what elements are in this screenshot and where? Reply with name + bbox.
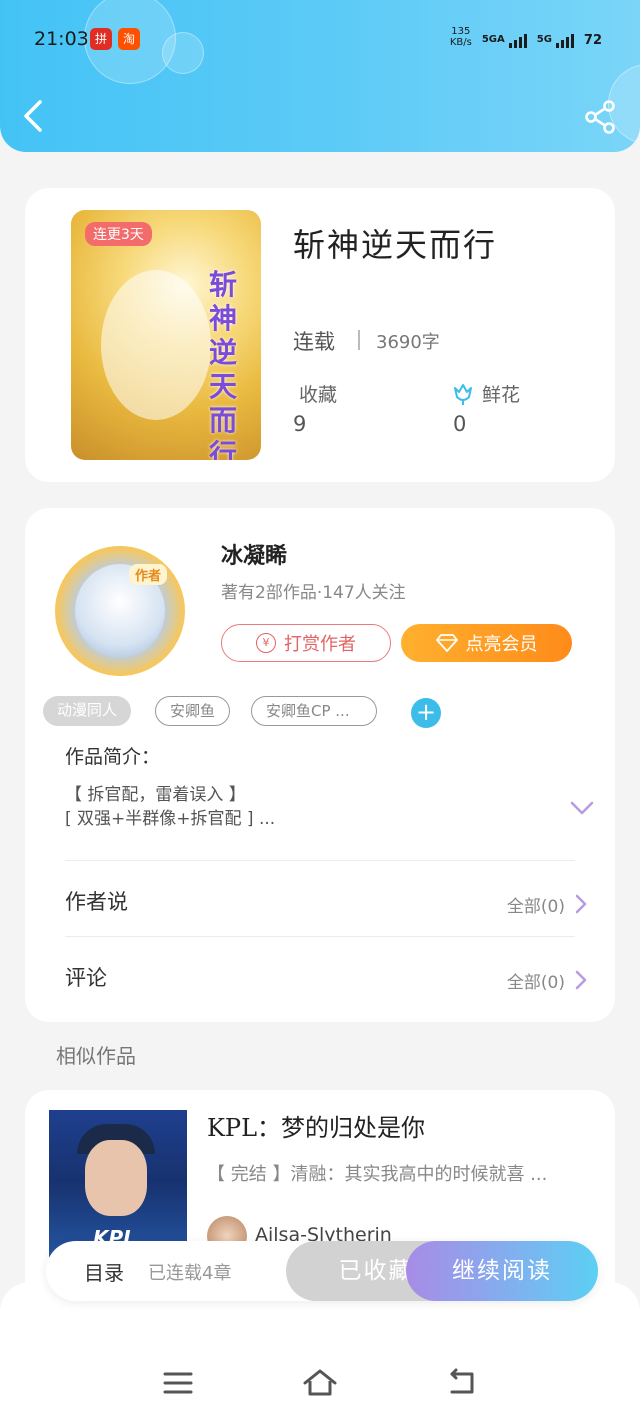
table-of-contents-button[interactable]: 目录 xyxy=(84,1257,124,1286)
author-meta: 著有2部作品·147人关注 xyxy=(221,583,406,603)
tag-category[interactable]: 动漫同人 xyxy=(43,696,132,726)
comments-label: 评论 xyxy=(65,966,107,990)
similar-work-title[interactable]: KPL：梦的归处是你 xyxy=(207,1108,425,1143)
favorites-label: 收藏 xyxy=(299,384,338,406)
signal-1-label: 5GA xyxy=(481,34,505,45)
flower-icon xyxy=(454,384,472,405)
network-speed: 135 KB/s xyxy=(450,26,472,48)
book-info-card: 连更3天 斩神逆天而行 斩神逆天而行 连载 3690字 收藏 9 鲜花 0 xyxy=(25,188,615,482)
menu-icon[interactable] xyxy=(162,1368,194,1398)
vip-button[interactable]: 点亮会员 xyxy=(401,624,572,662)
network-speed-value: 135 xyxy=(451,26,471,37)
comments-row[interactable]: 评论 全部(0) xyxy=(25,936,615,1012)
reading-action-bar: 目录 已连载4章 已收藏 继续阅读 xyxy=(46,1241,598,1301)
coin-icon: ¥ xyxy=(256,633,276,653)
taobao-icon: 淘 xyxy=(118,28,140,50)
book-title: 斩神逆天而行 xyxy=(293,226,498,264)
author-says-label: 作者说 xyxy=(65,890,128,914)
book-status: 连载 xyxy=(293,330,335,354)
author-card: 作者 冰凝睎 著有2部作品·147人关注 ¥ 打赏作者 点亮会员 动漫同人 安卿… xyxy=(25,508,615,1022)
header: 21:03 拼 淘 135 KB/s 5GA 5G 72 xyxy=(0,0,640,152)
tip-author-button[interactable]: ¥ 打赏作者 xyxy=(221,624,391,662)
network-speed-unit: KB/s xyxy=(449,37,472,48)
tag-cp[interactable]: 安卿鱼CP ... xyxy=(251,696,377,726)
battery-indicator: 72 xyxy=(583,33,602,48)
cover-update-tag: 连更3天 xyxy=(85,222,152,246)
book-word-count: 3690字 xyxy=(376,332,440,353)
divider xyxy=(358,330,360,350)
comments-count: 全部(0) xyxy=(506,973,565,993)
chapter-count: 已连载4章 xyxy=(148,1263,232,1284)
add-tag-button[interactable]: + xyxy=(411,698,441,728)
status-indicators: 135 KB/s 5GA 5G 72 xyxy=(450,26,602,48)
home-icon[interactable] xyxy=(302,1368,338,1398)
tip-author-label: 打赏作者 xyxy=(284,634,356,655)
back-chevron-icon[interactable] xyxy=(20,98,50,134)
return-icon[interactable] xyxy=(446,1368,478,1398)
tag-character[interactable]: 安卿鱼 xyxy=(155,696,231,726)
flowers-value: 0 xyxy=(453,412,467,436)
pinduoduo-icon: 拼 xyxy=(90,28,112,50)
similar-work-desc: 【 完结 】清融：其实我高中的时候就喜 ... xyxy=(207,1164,548,1185)
diamond-icon xyxy=(435,634,458,652)
author-says-row[interactable]: 作者说 全部(0) xyxy=(25,860,615,936)
share-icon[interactable] xyxy=(584,100,616,134)
signal-2-label: 5G xyxy=(536,34,552,45)
favorites-value: 9 xyxy=(293,412,307,436)
chevron-right-icon xyxy=(575,970,587,990)
intro-title: 作品简介： xyxy=(65,746,161,768)
author-avatar[interactable]: 作者 xyxy=(55,546,185,676)
intro-line-1: 【 拆官配，雷着误入 】 xyxy=(65,785,246,805)
author-name[interactable]: 冰凝睎 xyxy=(221,538,287,570)
signal-5g-icon: 5G xyxy=(537,34,574,48)
expand-chevron-icon[interactable] xyxy=(569,800,595,816)
flowers-label: 鲜花 xyxy=(482,384,521,406)
author-badge: 作者 xyxy=(129,564,168,585)
author-says-count: 全部(0) xyxy=(506,897,565,917)
cover-illustration xyxy=(101,270,211,420)
signal-5ga-icon: 5GA xyxy=(482,34,527,48)
cover-illustration xyxy=(85,1140,147,1216)
cover-title: 斩神逆天而行 xyxy=(209,268,238,460)
system-nav-bar xyxy=(0,1282,640,1422)
intro-line-2: [ 双强+半群像+拆官配 ] ... xyxy=(65,809,276,829)
continue-reading-button[interactable]: 继续阅读 xyxy=(406,1241,598,1301)
chevron-right-icon xyxy=(575,894,587,914)
similar-works-title: 相似作品 xyxy=(56,1044,136,1068)
book-cover[interactable]: 连更3天 斩神逆天而行 xyxy=(71,210,261,460)
status-time: 21:03 xyxy=(34,28,89,50)
decorative-bubble xyxy=(162,32,204,74)
vip-label: 点亮会员 xyxy=(465,634,538,655)
